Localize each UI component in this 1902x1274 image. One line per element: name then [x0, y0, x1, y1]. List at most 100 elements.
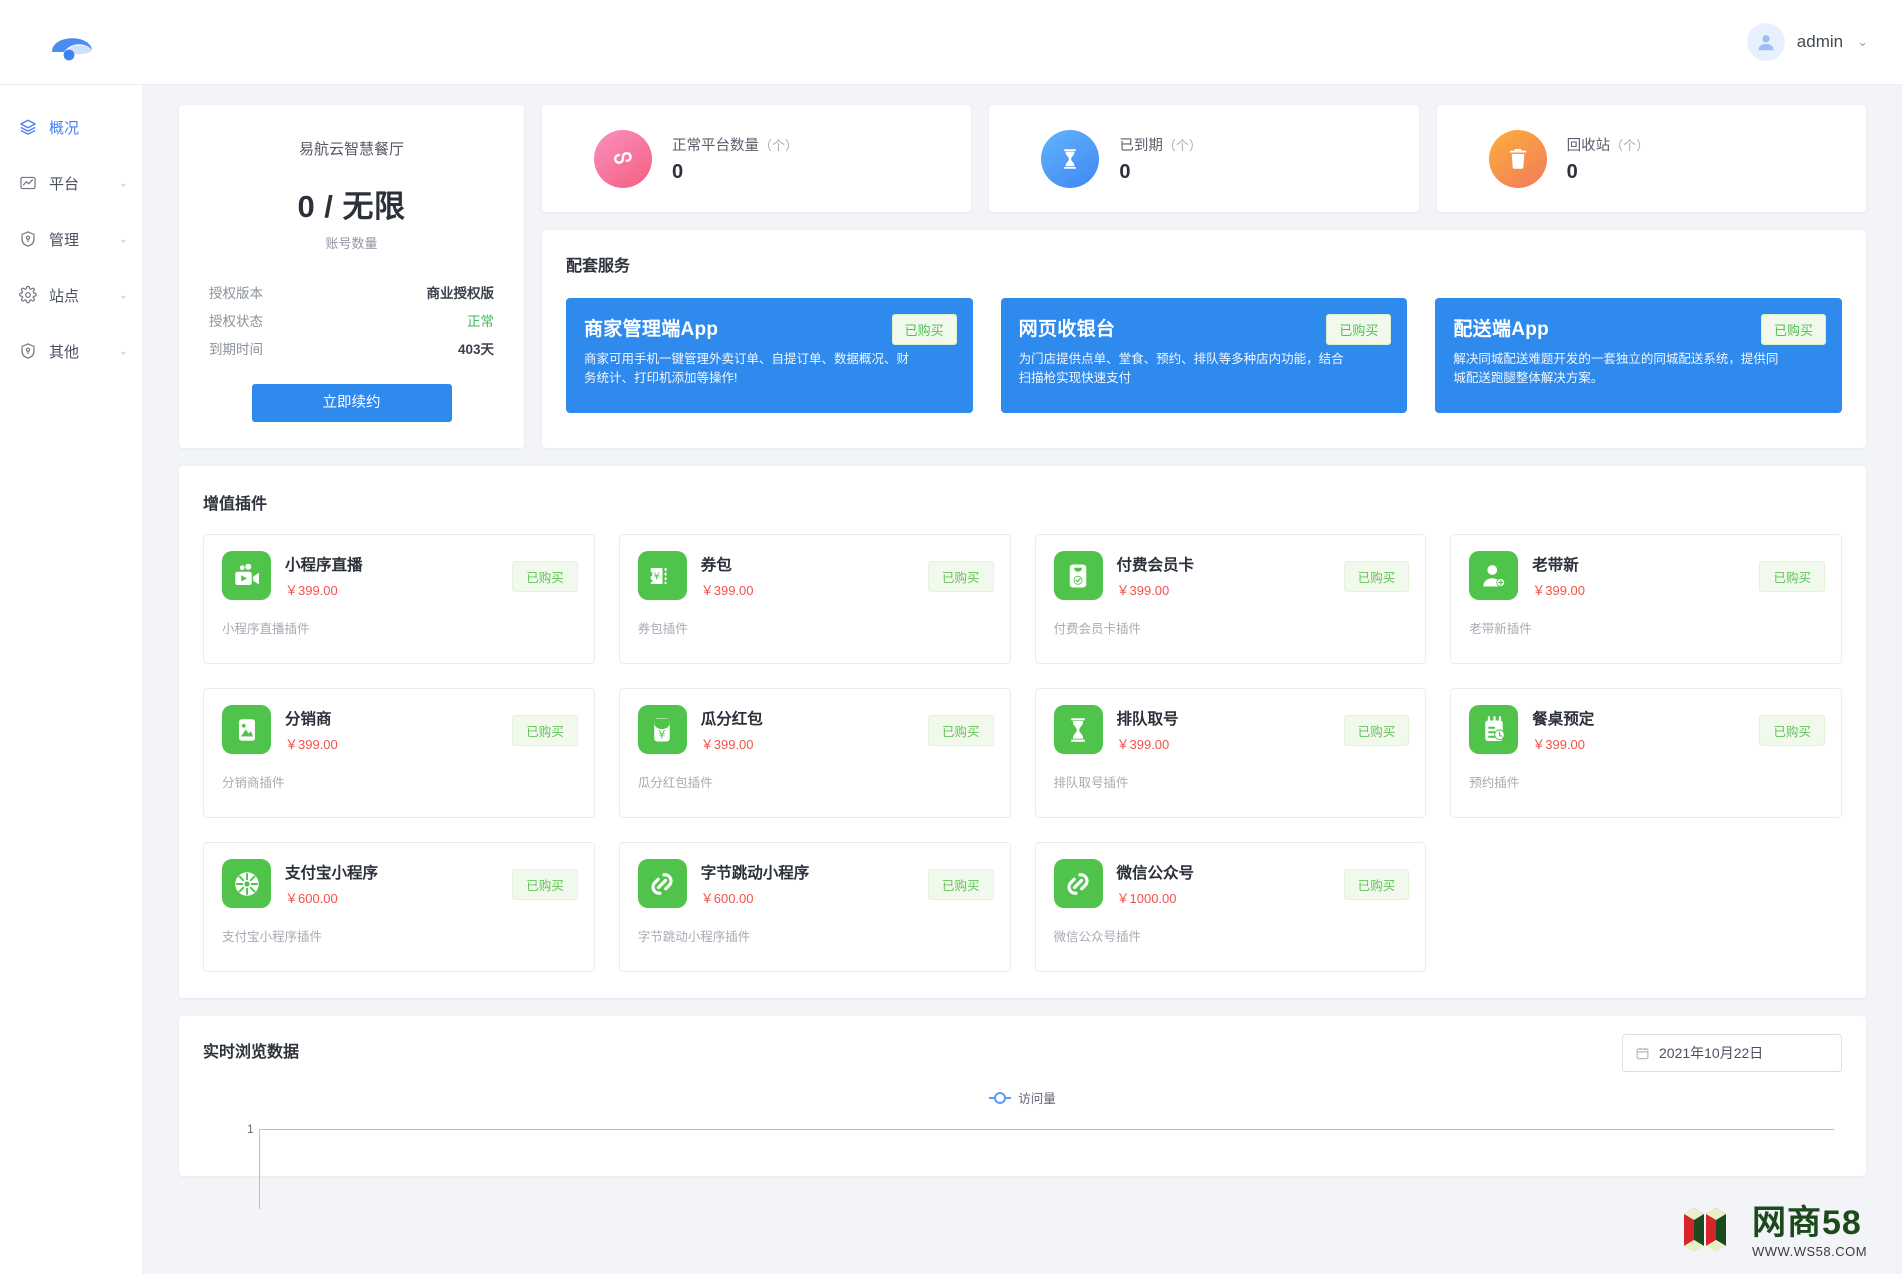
stat-card-normal-platforms: 正常平台数量（个） 0	[542, 105, 971, 212]
brand-logo[interactable]	[0, 0, 143, 85]
stat-card-recycle-bin: 回收站（个） 0	[1437, 105, 1866, 212]
watermark-main-text: 网商58	[1752, 1206, 1867, 1240]
stat-label: 回收站（个）	[1567, 134, 1650, 155]
y-axis-line	[259, 1129, 260, 1209]
license-detail-row: 授权状态 正常	[209, 306, 494, 334]
purchased-badge[interactable]: 已购买	[928, 869, 994, 900]
purchased-badge[interactable]: 已购买	[892, 314, 957, 345]
service-card-delivery-app[interactable]: 配送端App 解决同城配送难题开发的一套独立的同城配送系统，提供同城配送跑腿整体…	[1435, 298, 1842, 413]
purchased-badge[interactable]: 已购买	[1759, 715, 1825, 746]
chart-legend[interactable]: 访问量	[203, 1088, 1842, 1107]
plugin-description: 券包插件	[638, 618, 992, 637]
purchased-badge[interactable]: 已购买	[1344, 561, 1410, 592]
purchased-badge[interactable]: 已购买	[1344, 715, 1410, 746]
plugin-description: 付费会员卡插件	[1054, 618, 1408, 637]
sidebar-item-site[interactable]: 站点 ⌄	[0, 267, 142, 323]
overview-right-column: 正常平台数量（个） 0 已到期（个） 0	[542, 105, 1866, 448]
purchased-badge[interactable]: 已购买	[1761, 314, 1826, 345]
plugin-price: ￥399.00	[1532, 734, 1594, 753]
plugin-name: 老带新	[1532, 553, 1585, 575]
sidebar-item-platform[interactable]: 平台 ⌄	[0, 155, 142, 211]
plugin-name: 支付宝小程序	[285, 861, 378, 883]
license-card: 易航云智慧餐厅 0 / 无限 账号数量 授权版本 商业授权版 授权状态 正常 到…	[179, 105, 524, 448]
plugin-card[interactable]: 分销商 ￥399.00 已购买 分销商插件	[203, 688, 595, 818]
watermark-url-text: WWW.WS58.COM	[1752, 1244, 1867, 1259]
plugin-description: 排队取号插件	[1054, 772, 1408, 791]
sidebar-item-other[interactable]: 其他 ⌄	[0, 323, 142, 379]
purchased-badge[interactable]: 已购买	[1326, 314, 1391, 345]
stat-card-expired: 已到期（个） 0	[989, 105, 1418, 212]
coupon-icon: ¥	[638, 551, 687, 600]
plugin-price: ￥600.00	[701, 888, 810, 907]
purchased-badge[interactable]: 已购买	[1344, 869, 1410, 900]
sidebar-item-overview[interactable]: 概况	[0, 99, 142, 155]
plugin-card[interactable]: 微信公众号 ￥1000.00 已购买 微信公众号插件	[1035, 842, 1427, 972]
chevron-down-icon[interactable]: ⌄	[119, 177, 128, 190]
chevron-down-icon[interactable]: ⌄	[1857, 34, 1868, 50]
hourglass-icon	[1054, 705, 1103, 754]
stat-value: 0	[1567, 161, 1650, 184]
plugin-card[interactable]: ¥ 券包 ￥399.00 已购买 券包插件	[619, 534, 1011, 664]
service-card-merchant-app[interactable]: 商家管理端App 商家可用手机一键管理外卖订单、自提订单、数据概况、财务统计、打…	[566, 298, 973, 413]
services-panel: 配套服务 商家管理端App 商家可用手机一键管理外卖订单、自提订单、数据概况、财…	[542, 230, 1866, 448]
stat-label: 已到期（个）	[1119, 134, 1202, 155]
shield-key-icon	[18, 229, 38, 249]
purchased-badge[interactable]: 已购买	[512, 715, 578, 746]
purchased-badge[interactable]: 已购买	[928, 715, 994, 746]
chevron-down-icon[interactable]: ⌄	[119, 345, 128, 358]
sidebar-item-management[interactable]: 管理 ⌄	[0, 211, 142, 267]
stats-row: 正常平台数量（个） 0 已到期（个） 0	[542, 105, 1866, 212]
plugin-description: 支付宝小程序插件	[222, 926, 576, 945]
service-card-web-cashier[interactable]: 网页收银台 为门店提供点单、堂食、预约、排队等多种店内功能，结合扫描枪实现快速支…	[1001, 298, 1408, 413]
license-row-value: 403天	[458, 338, 494, 358]
services-card-row: 商家管理端App 商家可用手机一键管理外卖订单、自提订单、数据概况、财务统计、打…	[566, 298, 1842, 413]
plugin-card[interactable]: 老带新 ￥399.00 已购买 老带新插件	[1450, 534, 1842, 664]
chevron-down-icon[interactable]: ⌄	[119, 233, 128, 246]
user-name-label: admin	[1797, 32, 1843, 52]
plugins-grid: 小程序直播 ￥399.00 已购买 小程序直播插件 ¥	[203, 534, 1842, 972]
layers-icon	[18, 117, 38, 137]
license-row-label: 授权状态	[209, 310, 263, 330]
plugin-card[interactable]: 餐桌预定 ￥399.00 已购买 预约插件	[1450, 688, 1842, 818]
plugin-price: ￥399.00	[285, 580, 363, 599]
services-title: 配套服务	[566, 252, 1842, 276]
service-description: 商家可用手机一键管理外卖订单、自提订单、数据概况、财务统计、打印机添加等操作!	[584, 350, 910, 389]
purchased-badge[interactable]: 已购买	[512, 869, 578, 900]
plugin-name: 字节跳动小程序	[701, 861, 810, 883]
chart-monitor-icon	[18, 173, 38, 193]
license-account-count-label: 账号数量	[209, 233, 494, 252]
purchased-badge[interactable]: 已购买	[512, 561, 578, 592]
plugin-card[interactable]: 排队取号 ￥399.00 已购买 排队取号插件	[1035, 688, 1427, 818]
plugin-description: 老带新插件	[1469, 618, 1823, 637]
date-picker[interactable]: 2021年10月22日	[1622, 1034, 1842, 1072]
plugin-card[interactable]: ¥ 瓜分红包 ￥399.00 已购买 瓜分红包插件	[619, 688, 1011, 818]
sidebar-item-label: 其他	[49, 341, 79, 362]
bytedance-icon	[638, 859, 687, 908]
plugin-card[interactable]: 支付宝小程序 ￥600.00 已购买 支付宝小程序插件	[203, 842, 595, 972]
purchased-badge[interactable]: 已购买	[1759, 561, 1825, 592]
plugin-card[interactable]: 付费会员卡 ￥399.00 已购买 付费会员卡插件	[1035, 534, 1427, 664]
plugin-price: ￥399.00	[285, 734, 338, 753]
brand-logo-icon	[49, 22, 95, 62]
plugin-card[interactable]: 小程序直播 ￥399.00 已购买 小程序直播插件	[203, 534, 595, 664]
plugin-name: 微信公众号	[1117, 861, 1195, 883]
user-menu[interactable]: admin ⌄	[1747, 23, 1868, 61]
sidebar-item-label: 站点	[49, 285, 79, 306]
service-description: 解决同城配送难题开发的一套独立的同城配送系统，提供同城配送跑腿整体解决方案。	[1453, 350, 1779, 389]
plugin-price: ￥600.00	[285, 888, 378, 907]
plugin-description: 预约插件	[1469, 772, 1823, 791]
plugin-card[interactable]: 字节跳动小程序 ￥600.00 已购买 字节跳动小程序插件	[619, 842, 1011, 972]
realtime-panel: 实时浏览数据 2021年10月22日 访问量 1	[179, 1016, 1866, 1176]
plugin-name: 分销商	[285, 707, 338, 729]
plugin-description: 分销商插件	[222, 772, 576, 791]
plugin-description: 小程序直播插件	[222, 618, 576, 637]
plugin-name: 付费会员卡	[1117, 553, 1195, 575]
sidebar-item-label: 概况	[49, 117, 79, 138]
stat-label: 正常平台数量（个）	[672, 134, 798, 155]
alipay-icon	[222, 859, 271, 908]
chevron-down-icon[interactable]: ⌄	[119, 289, 128, 302]
purchased-badge[interactable]: 已购买	[928, 561, 994, 592]
hourglass-icon	[1041, 130, 1099, 188]
plugin-price: ￥399.00	[701, 580, 754, 599]
renew-button[interactable]: 立即续约	[252, 384, 452, 422]
